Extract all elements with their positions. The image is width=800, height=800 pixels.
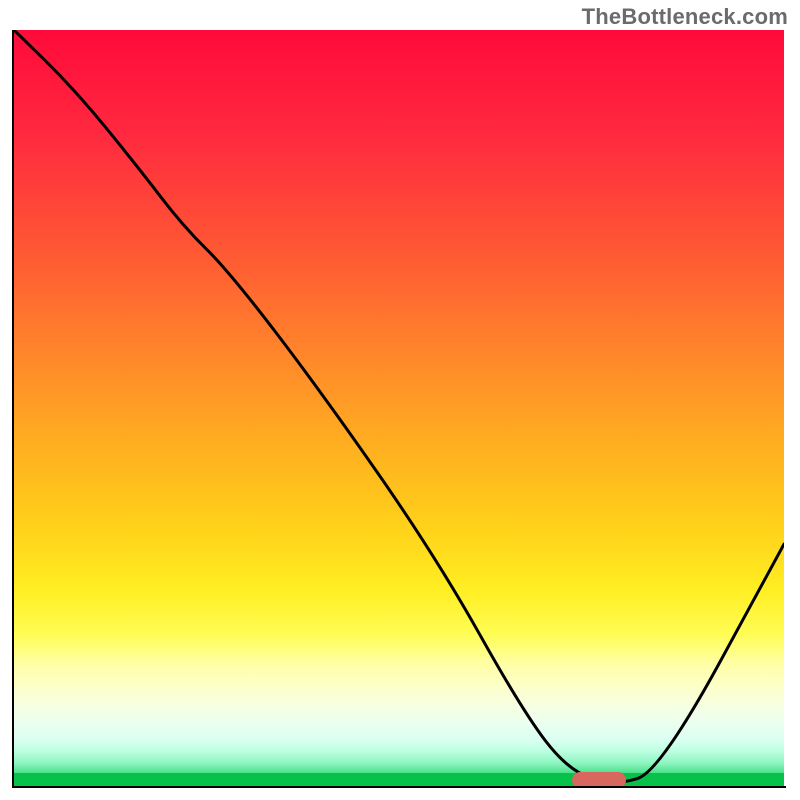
plot-area: [14, 30, 784, 786]
optimal-zone-marker: [572, 772, 626, 786]
y-axis-line: [12, 30, 14, 786]
chart-container: TheBottleneck.com: [0, 0, 800, 800]
x-axis-line: [12, 786, 786, 788]
bottleneck-curve: [14, 30, 784, 786]
attribution-text: TheBottleneck.com: [582, 4, 788, 30]
